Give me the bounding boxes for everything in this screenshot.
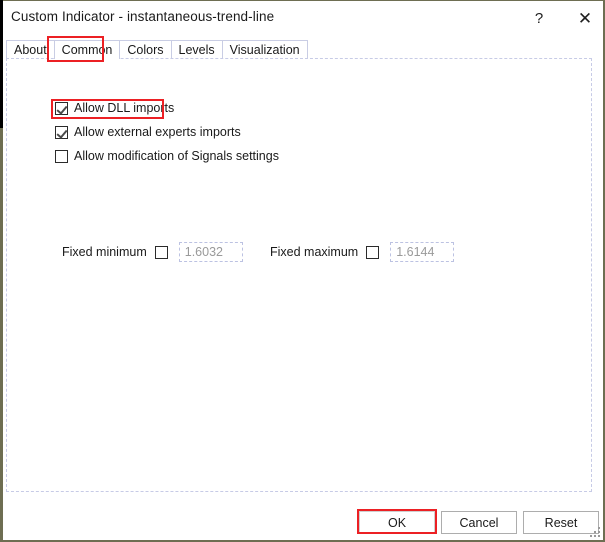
tab-panel-common [6, 58, 592, 492]
help-button[interactable]: ? [524, 5, 554, 31]
fixed-maximum-input[interactable] [390, 242, 455, 262]
checkbox-row-allow-dll-imports[interactable]: Allow DLL imports [55, 101, 174, 115]
tab-about[interactable]: About [6, 40, 55, 59]
title-bar: Custom Indicator - instantaneous-trend-l… [3, 1, 603, 34]
tab-label: About [14, 43, 47, 57]
fixed-minimum-input[interactable] [178, 242, 243, 262]
tab-visualization[interactable]: Visualization [221, 40, 308, 59]
fixed-maximum-group: Fixed maximum [270, 242, 455, 262]
resize-grip-icon[interactable] [590, 527, 601, 538]
question-mark-icon: ? [534, 9, 544, 27]
close-button[interactable]: ✕ [570, 5, 600, 31]
fixed-maximum-label: Fixed maximum [270, 245, 359, 259]
button-label: Reset [544, 515, 578, 530]
checkbox-label: Allow external experts imports [74, 125, 241, 139]
reset-button[interactable]: Reset [523, 511, 599, 534]
custom-indicator-dialog: Custom Indicator - instantaneous-trend-l… [0, 0, 605, 542]
ok-button[interactable]: OK [359, 511, 435, 534]
tab-label: Visualization [229, 43, 300, 57]
tab-colors[interactable]: Colors [119, 40, 172, 59]
checkbox-label: Allow DLL imports [74, 101, 175, 115]
checkbox-label: Allow modification of Signals settings [74, 149, 279, 163]
tab-label: Colors [127, 43, 164, 57]
tab-label: Common [61, 43, 113, 57]
checkbox-allow-modification-of-signals-settings[interactable] [55, 149, 68, 163]
tab-label: Levels [178, 43, 215, 57]
fixed-minimum-label: Fixed minimum [62, 245, 147, 259]
button-label: OK [387, 515, 407, 530]
window-border-left-lower [0, 128, 3, 542]
checkbox-row-allow-modification-of-signals-settings[interactable]: Allow modification of Signals settings [55, 149, 279, 163]
checkbox-row-allow-external-experts-imports[interactable]: Allow external experts imports [55, 125, 241, 139]
checkbox-fixed-maximum[interactable] [366, 245, 380, 259]
button-label: Cancel [459, 515, 499, 530]
tab-bar: About Common Colors Levels Visualization [6, 39, 308, 59]
close-icon: ✕ [577, 8, 593, 28]
checkbox-allow-external-experts-imports[interactable] [55, 125, 68, 139]
checkbox-fixed-minimum[interactable] [154, 245, 168, 259]
tab-levels[interactable]: Levels [170, 40, 223, 59]
fixed-minimum-group: Fixed minimum [62, 242, 243, 262]
tab-common[interactable]: Common [53, 40, 121, 59]
cancel-button[interactable]: Cancel [441, 511, 517, 534]
window-title: Custom Indicator - instantaneous-trend-l… [11, 9, 275, 24]
checkbox-allow-dll-imports[interactable] [55, 101, 68, 115]
